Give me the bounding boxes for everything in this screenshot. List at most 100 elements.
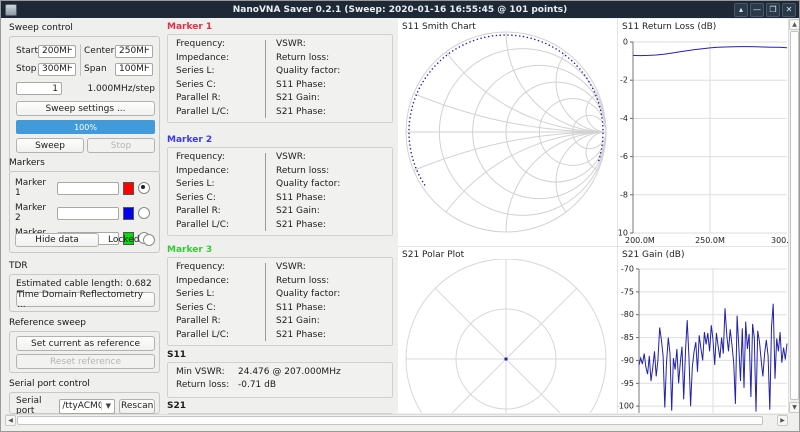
markers-group: Marker 1Marker 2Marker 3 Hide data Locke… <box>9 171 160 253</box>
serial-section-title: Serial port control <box>9 379 90 389</box>
marker-detail-title: Marker 1 <box>167 22 212 32</box>
vertical-scrollbar-thumb[interactable] <box>790 31 799 400</box>
marker-field-label: Impedance: <box>176 275 265 289</box>
marker-field-label: Quality factor: <box>276 178 340 192</box>
scroll-right-icon[interactable]: ▶ <box>777 415 788 426</box>
minimize-button[interactable]: — <box>750 3 764 17</box>
tdr-group: Estimated cable length: 0.682 m Time Dom… <box>9 274 160 312</box>
marker-field-label: VSWR: <box>276 38 340 52</box>
s21-section-title: S21 <box>167 401 186 411</box>
marker-field-label: Parallel L/C: <box>176 106 265 120</box>
progress-value: 100% <box>74 123 97 132</box>
title-bar[interactable]: NanoVNA Saver 0.2.1 (Sweep: 2020-01-16 1… <box>1 1 799 18</box>
sweep-settings-button[interactable]: Sweep settings ... <box>16 101 155 116</box>
marker-data-panel: Marker 1Frequency:Impedance:Series L:Ser… <box>164 19 396 414</box>
marker-frequency-input[interactable] <box>57 207 119 220</box>
rescan-button[interactable]: Rescan <box>119 399 155 414</box>
sweep-control-group: Start Center Stop Span 1.000MHz/step Swe… <box>9 36 160 173</box>
s11-summary-box: Min VSWR: 24.476 @ 207.000MHz Return los… <box>167 362 393 398</box>
stop-button: Stop <box>87 138 155 153</box>
serial-port-label: Serial port <box>16 396 55 416</box>
divider <box>80 44 81 76</box>
segments-input[interactable] <box>16 82 62 95</box>
step-size-text: 1.000MHz/step <box>87 84 155 94</box>
marker-color-swatch[interactable] <box>123 182 134 195</box>
serial-port-value: /ttyACM0 <box>60 401 101 411</box>
s21-gain-chart-body[interactable]: -70-75-80-85-90-95-100 <box>618 247 788 413</box>
tdr-button[interactable]: Time Domain Reflectometry ... <box>16 292 155 307</box>
marker-select-radio[interactable] <box>138 182 150 194</box>
maximize-button[interactable]: ❐ <box>766 3 780 17</box>
marker-detail-title: Marker 2 <box>167 135 212 145</box>
marker-field-label: Return loss: <box>276 52 340 66</box>
set-reference-button[interactable]: Set current as reference <box>16 336 155 351</box>
pin-window-button[interactable]: ▴ <box>734 3 748 17</box>
s11-return-loss-chart[interactable]: S11 Return Loss (dB) 0-2-4-6-8-10200.0M2… <box>618 19 788 247</box>
svg-text:200.0M: 200.0M <box>625 236 655 245</box>
marker-color-swatch[interactable] <box>123 207 134 220</box>
charts-area: S11 Smith Chart S11 Return Loss (dB) 0-2… <box>398 19 788 413</box>
marker-field-label: Series L: <box>176 288 265 302</box>
marker-field-label: Parallel R: <box>176 205 265 219</box>
svg-text:-4: -4 <box>620 114 628 123</box>
marker-field-label: S11 Phase: <box>276 79 340 93</box>
vertical-scrollbar[interactable]: ▲ ▼ <box>788 19 799 413</box>
horizontal-scrollbar[interactable]: ◀ ▶ <box>5 414 788 425</box>
svg-text:-90: -90 <box>621 356 634 365</box>
marker-field-label: S21 Gain: <box>276 205 340 219</box>
horizontal-scrollbar-thumb[interactable] <box>17 416 763 425</box>
marker-detail-box: Frequency:Impedance:Series L:Series C:Pa… <box>167 34 393 123</box>
center-frequency-input[interactable] <box>115 45 153 58</box>
center-label: Center <box>84 46 115 56</box>
span-frequency-input[interactable] <box>115 63 153 76</box>
marker-detail-box: Frequency:Impedance:Series L:Series C:Pa… <box>167 147 393 236</box>
s11-return-loss-value: -0.71 dB <box>238 380 392 390</box>
s11-smith-chart-body[interactable] <box>398 31 617 246</box>
control-sidebar: Sweep control Start Center Stop Span 1.0… <box>5 19 160 414</box>
marker-field-label: VSWR: <box>276 151 340 165</box>
s11-smith-chart[interactable]: S11 Smith Chart <box>398 19 618 247</box>
s11-section-title: S11 <box>167 350 186 360</box>
locked-label: Locked <box>108 235 139 245</box>
scroll-down-icon[interactable]: ▼ <box>789 402 800 413</box>
svg-text:-85: -85 <box>621 333 634 342</box>
marker-field-label: Frequency: <box>176 38 265 52</box>
marker-frequency-input[interactable] <box>57 182 119 195</box>
marker-field-label: S21 Phase: <box>276 329 340 343</box>
locked-checkbox[interactable] <box>143 234 155 246</box>
svg-text:-75: -75 <box>621 287 634 296</box>
s21-gain-chart[interactable]: S21 Gain (dB) -70-75-80-85-90-95-100 <box>618 247 788 413</box>
marker-field-label: Series L: <box>176 178 265 192</box>
marker-select-radio[interactable] <box>138 207 150 219</box>
serial-port-select[interactable]: /ttyACM0 ▼ <box>59 399 115 414</box>
s11-return-loss-chart-body[interactable]: 0-2-4-6-8-10200.0M250.0M300.0M <box>618 19 788 247</box>
marker-field-label: Quality factor: <box>276 65 340 79</box>
scroll-left-icon[interactable]: ◀ <box>5 415 16 426</box>
reset-reference-button: Reset reference <box>16 354 155 369</box>
svg-text:300.0M: 300.0M <box>771 236 788 245</box>
sweep-control-section-title: Sweep control <box>9 23 73 33</box>
svg-text:-6: -6 <box>620 152 628 161</box>
sweep-button[interactable]: Sweep <box>16 138 84 153</box>
marker-field-label: Quality factor: <box>276 288 340 302</box>
sweep-progress-bar: 100% <box>16 120 155 134</box>
marker-field-label: S21 Phase: <box>276 106 340 120</box>
start-frequency-input[interactable] <box>38 45 76 58</box>
close-button[interactable]: ✕ <box>782 3 796 17</box>
marker-field-label: S11 Phase: <box>276 192 340 206</box>
hide-data-button[interactable]: Hide data <box>15 233 99 247</box>
s11-return-loss-chart-title: S11 Return Loss (dB) <box>622 22 716 32</box>
stop-frequency-input[interactable] <box>38 63 76 76</box>
s21-polar-plot[interactable]: S21 Polar Plot <box>398 247 618 413</box>
s11-smith-chart-title: S11 Smith Chart <box>402 22 476 32</box>
marker-field-label: Return loss: <box>276 165 340 179</box>
svg-text:-100: -100 <box>618 402 634 411</box>
marker-field-label: Frequency: <box>176 151 265 165</box>
s21-polar-plot-body[interactable] <box>398 259 617 413</box>
marker-field-label: S21 Phase: <box>276 219 340 233</box>
svg-text:-8: -8 <box>620 190 628 199</box>
marker-field-label: Impedance: <box>176 52 265 66</box>
min-vswr-label: Min VSWR: <box>176 367 238 377</box>
app-window: NanoVNA Saver 0.2.1 (Sweep: 2020-01-16 1… <box>0 0 800 432</box>
scroll-up-icon[interactable]: ▲ <box>789 19 800 30</box>
